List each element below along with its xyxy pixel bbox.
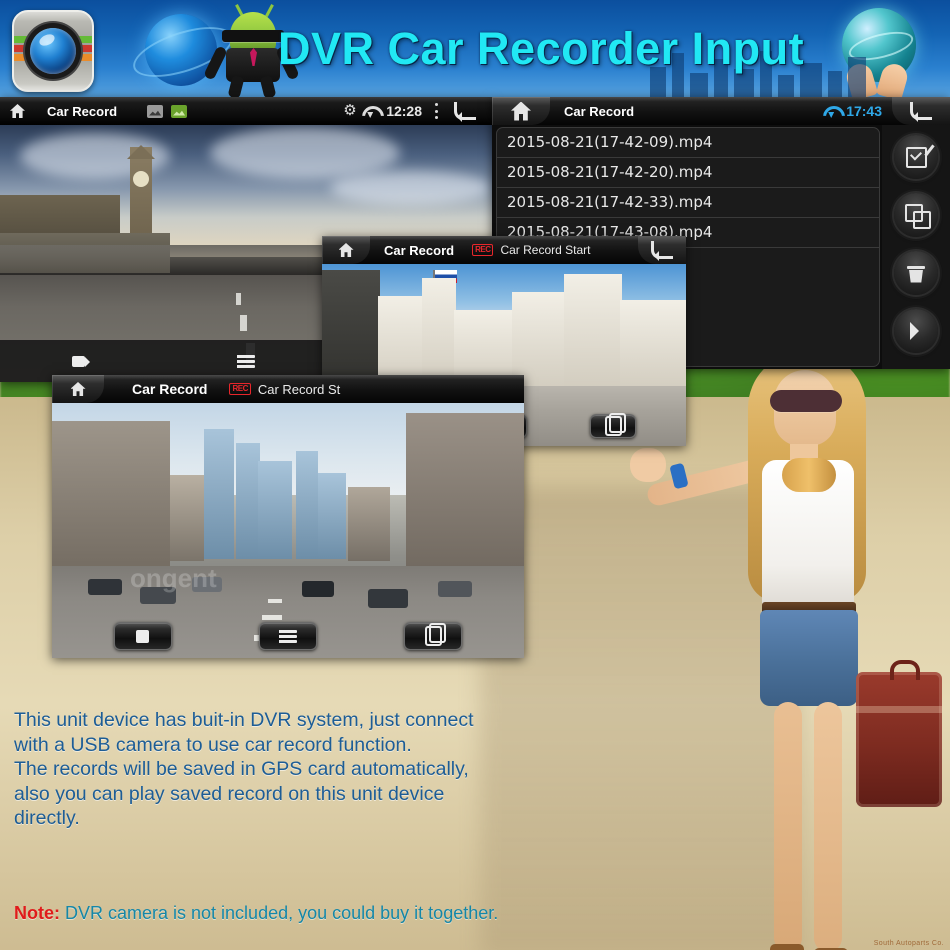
video-camera-icon — [72, 355, 92, 368]
list-item[interactable]: 2015-08-21(17-42-09).mp4 — [497, 128, 879, 158]
more-vertical-icon[interactable] — [434, 103, 438, 119]
description-text: This unit device has buit-in DVR system,… — [14, 708, 614, 831]
home-glyph — [70, 382, 86, 396]
statusbar-recording-low: Car Record REC Car Record St — [52, 375, 524, 403]
note-label: Note — [14, 903, 54, 923]
image-icon[interactable] — [147, 104, 164, 118]
back-glyph — [651, 241, 673, 261]
back-arrow-icon[interactable] — [892, 97, 950, 125]
home-icon[interactable] — [52, 375, 104, 403]
list-icon — [237, 354, 255, 368]
caption-line-2: with a USB camera to use car record func… — [14, 733, 412, 756]
page-root: DVR Car Recorder Input Car Record ⚙ 12:2… — [0, 0, 950, 950]
statusbar-recording-mid: Car Record REC Car Record Start — [322, 236, 686, 264]
camera-logo-icon — [12, 10, 94, 92]
wifi-icon — [362, 105, 378, 117]
record-button[interactable] — [0, 355, 164, 368]
note-text: Note: DVR camera is not included, you co… — [14, 903, 498, 924]
caption-line-5: directly. — [14, 807, 80, 829]
delete-button[interactable] — [894, 251, 938, 295]
trash-icon — [907, 265, 925, 281]
device-icon — [604, 413, 626, 436]
back-glyph — [910, 102, 932, 122]
record-status-text: Car Record St — [257, 381, 341, 397]
statusbar-files: Car Record 17:43 — [492, 97, 950, 125]
home-icon[interactable] — [322, 236, 370, 264]
list-icon — [278, 629, 297, 643]
multi-select-button[interactable] — [894, 193, 938, 237]
home-icon[interactable] — [10, 104, 25, 118]
image-green-icon[interactable] — [171, 104, 188, 118]
caption-line-3: The records will be saved in GPS card au… — [14, 758, 469, 780]
window-title: Car Record — [564, 103, 635, 119]
file-list-button[interactable] — [164, 354, 328, 368]
list-item[interactable]: 2015-08-21(17-42-33).mp4 — [497, 188, 879, 218]
home-glyph — [511, 101, 531, 121]
back-arrow-icon[interactable] — [454, 102, 476, 122]
play-button[interactable] — [894, 309, 938, 353]
check-square-edit-icon — [905, 146, 927, 168]
home-icon[interactable] — [492, 97, 550, 125]
device-icon — [424, 623, 446, 646]
recording-viewport-low: ongent — [52, 403, 524, 658]
caption-line-4: also you can play saved record on this u… — [14, 782, 445, 805]
model-photo — [630, 352, 942, 950]
watermark: ongent — [130, 563, 217, 593]
clock: 17:43 — [846, 103, 882, 119]
stop-square-icon — [136, 629, 150, 643]
note-body: DVR camera is not included, you could bu… — [60, 903, 499, 923]
back-arrow-icon[interactable] — [638, 236, 686, 264]
wifi-icon — [823, 105, 839, 117]
list-item[interactable]: 2015-08-21(17-42-20).mp4 — [497, 158, 879, 188]
recording-toolbar-low — [52, 622, 524, 650]
car-record-recording-window-low: Car Record REC Car Record St ongent — [52, 375, 524, 658]
play-icon — [909, 322, 928, 340]
window-title: Car Record — [132, 381, 208, 397]
clock: 12:28 — [386, 103, 422, 119]
file-actions-sidebar — [882, 125, 950, 369]
rec-badge: REC — [472, 244, 494, 256]
device-button[interactable] — [404, 622, 463, 650]
device-button[interactable] — [590, 413, 637, 438]
window-title: Car Record — [384, 242, 455, 258]
copy-squares-icon — [905, 204, 931, 229]
corner-watermark: South Autoparts Co. — [873, 940, 944, 947]
statusbar-live: Car Record ⚙ 12:28 — [0, 97, 492, 125]
home-glyph — [338, 243, 354, 257]
window-title: Car Record — [47, 103, 118, 119]
bluetooth-icon: ⚙ — [343, 102, 357, 119]
stop-button[interactable] — [113, 622, 172, 650]
record-status-text: Car Record Start — [500, 243, 591, 257]
page-banner: DVR Car Recorder Input — [0, 0, 950, 97]
file-list-button[interactable] — [258, 622, 317, 650]
page-title: DVR Car Recorder Input — [278, 23, 805, 74]
caption-line-1: This unit device has buit-in DVR system,… — [14, 709, 474, 731]
rec-badge: REC — [229, 383, 251, 395]
select-edit-button[interactable] — [894, 135, 938, 179]
